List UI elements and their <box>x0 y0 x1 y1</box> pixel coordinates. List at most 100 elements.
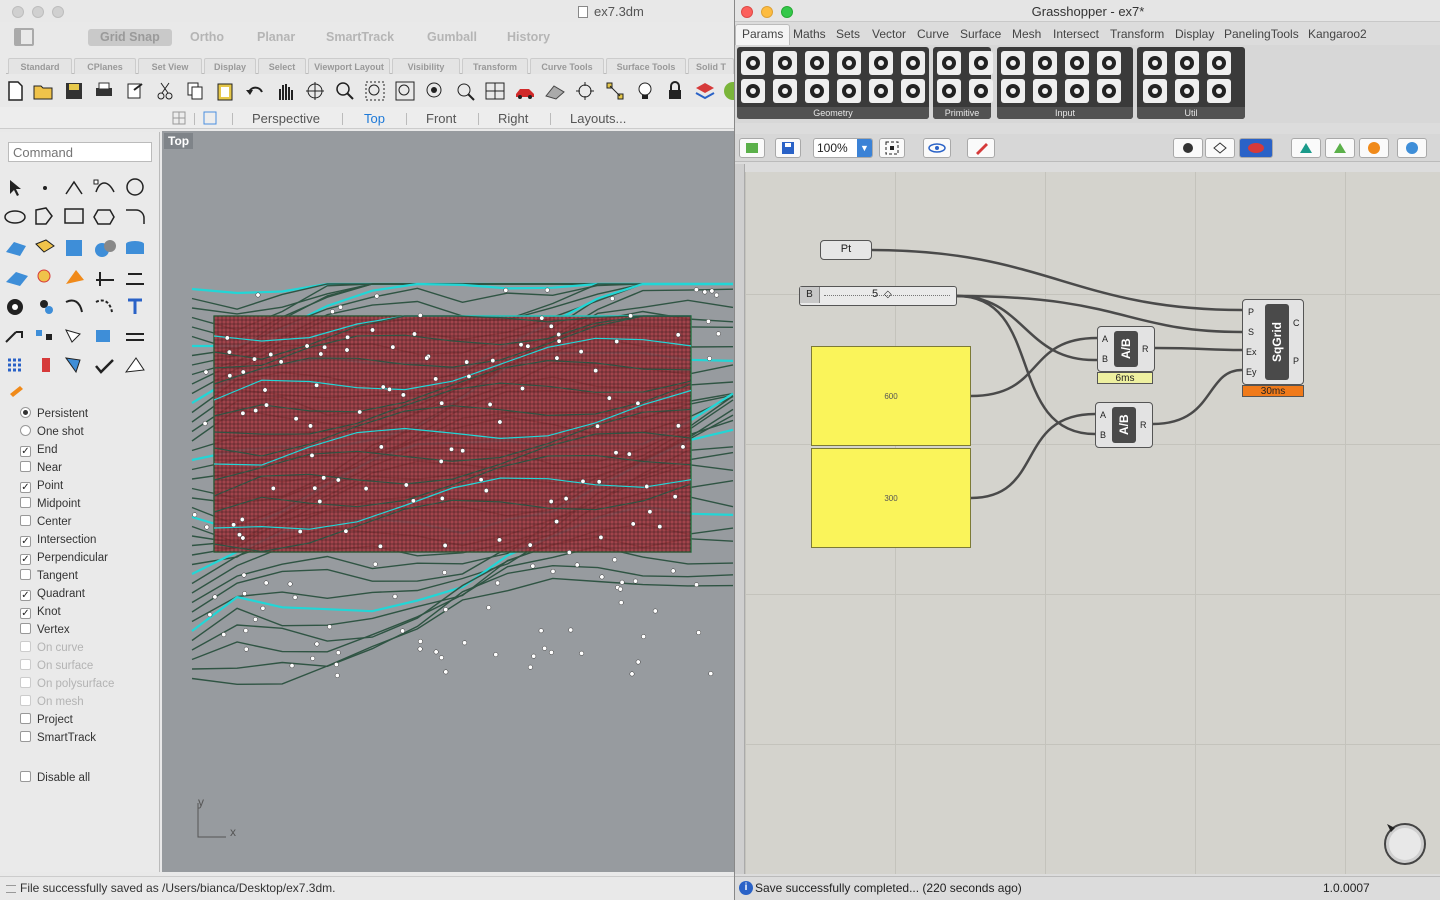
rectangle-icon[interactable] <box>64 208 84 224</box>
image-sampler-icon[interactable] <box>1097 79 1121 103</box>
osnap-knot[interactable]: ✓ Knot <box>20 604 61 620</box>
gh-tab-intersect[interactable]: Intersect <box>1053 27 1099 41</box>
gradient-icon[interactable] <box>1065 51 1089 75</box>
cut-icon[interactable] <box>154 80 176 102</box>
geometry-icon[interactable] <box>741 51 765 75</box>
polyline-icon[interactable] <box>65 180 83 195</box>
field-icon[interactable] <box>869 79 893 103</box>
circle-icon[interactable] <box>126 178 144 196</box>
render-car-icon[interactable] <box>514 80 536 102</box>
tree-icon[interactable] <box>1143 79 1167 103</box>
slider-grip-icon[interactable]: ◇ <box>884 289 892 300</box>
edit-points-icon[interactable] <box>65 329 81 343</box>
panel-input-label[interactable]: Input <box>997 107 1133 119</box>
dimension-icon[interactable] <box>126 273 144 285</box>
group-icon[interactable] <box>901 79 925 103</box>
checkbox[interactable] <box>20 623 31 634</box>
zoom-all-icon[interactable] <box>454 80 476 102</box>
gh-display-button[interactable] <box>1397 138 1427 158</box>
osnap-intersection[interactable]: ✓ Intersection <box>20 532 96 548</box>
save-file-button[interactable] <box>775 138 801 158</box>
gh-tab-transform[interactable]: Transform <box>1110 27 1164 41</box>
osnap-center[interactable]: Center <box>20 514 72 530</box>
arrow-icon[interactable] <box>1175 51 1199 75</box>
wire-div1-to-sqgrid-ex[interactable] <box>1154 346 1243 352</box>
div1-input-a[interactable]: A <box>1102 334 1108 344</box>
view-tab-front[interactable]: Front <box>426 111 456 126</box>
tab-visibility[interactable]: Visibility <box>392 58 460 74</box>
number-slider[interactable]: B 5 ◇ <box>799 286 957 306</box>
tab-select[interactable]: Select <box>258 58 306 74</box>
radio-button[interactable] <box>20 425 31 436</box>
tab-curve-tools[interactable]: Curve Tools <box>530 58 604 74</box>
preview-off-button[interactable] <box>1205 138 1235 158</box>
tab-display[interactable]: Display <box>204 58 256 74</box>
panel-600[interactable]: 600 <box>811 346 971 446</box>
square-grid-component[interactable]: P S Ex Ey SqGrid C P <box>1242 299 1304 385</box>
toggle-icon[interactable] <box>1033 51 1057 75</box>
top-viewport[interactable]: Top y x <box>162 131 734 872</box>
wire-div2-to-sqgrid-ey[interactable] <box>1152 368 1243 426</box>
value-list-icon[interactable] <box>1097 51 1121 75</box>
gh-tab-vector[interactable]: Vector <box>872 27 906 41</box>
cherry-icon[interactable] <box>1143 51 1167 75</box>
osnap-midpoint[interactable]: Midpoint <box>20 496 80 512</box>
view-tab-top[interactable]: Top <box>364 111 385 126</box>
grid-points-icon[interactable] <box>8 358 22 372</box>
sqgrid-output-c[interactable]: C <box>1293 318 1300 328</box>
mesh-icon[interactable] <box>6 272 28 286</box>
gh-tab-mesh[interactable]: Mesh <box>1012 27 1041 41</box>
new-file-icon[interactable] <box>4 80 26 102</box>
division-component-1[interactable]: A B A/B R <box>1097 326 1155 372</box>
preview-shaded-button[interactable] <box>1239 138 1273 158</box>
tab-viewport-layout[interactable]: Viewport Layout <box>308 58 390 74</box>
mesh-icon[interactable] <box>805 79 829 103</box>
checkbox[interactable]: ✓ <box>20 536 31 547</box>
pan-hand-icon[interactable] <box>274 80 296 102</box>
zoom-selected-icon[interactable] <box>424 80 446 102</box>
gh-tab-curve[interactable]: Curve <box>917 27 949 41</box>
copy-icon[interactable] <box>184 80 206 102</box>
preview-button[interactable] <box>923 138 951 158</box>
osnap-smarttrack[interactable]: SmartTrack <box>20 730 96 746</box>
viewport-label[interactable]: Top <box>164 133 194 149</box>
surface-icon[interactable] <box>6 242 26 256</box>
view-tab-perspective[interactable]: Perspective <box>252 111 320 126</box>
point-icon[interactable] <box>837 79 861 103</box>
print-icon[interactable] <box>93 80 115 102</box>
osnap-one-shot[interactable]: One shot <box>20 424 84 440</box>
material-button[interactable] <box>1359 138 1389 158</box>
text-icon[interactable] <box>969 79 993 103</box>
checkbox[interactable]: ✓ <box>20 554 31 565</box>
sidebar-toggle-button[interactable] <box>14 28 34 46</box>
tab-set-view[interactable]: Set View <box>138 58 202 74</box>
point-param[interactable]: Pt <box>820 240 872 260</box>
panel-icon[interactable] <box>1001 51 1025 75</box>
boolean-icon[interactable] <box>95 240 116 257</box>
osnap-point[interactable]: ✓ Point <box>20 478 63 494</box>
zoom-extents-button[interactable] <box>879 138 905 158</box>
info-icon[interactable]: i <box>739 881 753 895</box>
color-wheel-icon[interactable] <box>722 80 734 102</box>
blend-icon[interactable] <box>65 299 83 313</box>
polygon-icon[interactable] <box>93 209 115 225</box>
osnap-quadrant[interactable]: ✓ Quadrant <box>20 586 85 602</box>
analyze-icon[interactable] <box>96 330 110 342</box>
panel-geometry-label[interactable]: Geometry <box>737 107 929 119</box>
mode-planar[interactable]: Planar <box>257 29 295 46</box>
checkbox[interactable] <box>20 569 31 580</box>
fractal-icon[interactable] <box>1207 51 1231 75</box>
mode-ortho[interactable]: Ortho <box>190 29 224 46</box>
mesh-display-icon[interactable] <box>544 80 566 102</box>
split-icon[interactable] <box>66 270 84 284</box>
mode-gumball[interactable]: Gumball <box>427 29 477 46</box>
tab-standard[interactable]: Standard <box>8 58 72 74</box>
zoom-icon[interactable] <box>334 80 356 102</box>
disable-all-checkbox[interactable] <box>20 771 31 782</box>
open-file-button[interactable] <box>739 138 765 158</box>
number-icon[interactable] <box>937 79 961 103</box>
group-icon[interactable] <box>40 300 53 314</box>
sqgrid-input-ey[interactable]: Ey <box>1246 367 1257 377</box>
zoom-extents-icon[interactable] <box>394 80 416 102</box>
import-icon[interactable] <box>124 80 146 102</box>
